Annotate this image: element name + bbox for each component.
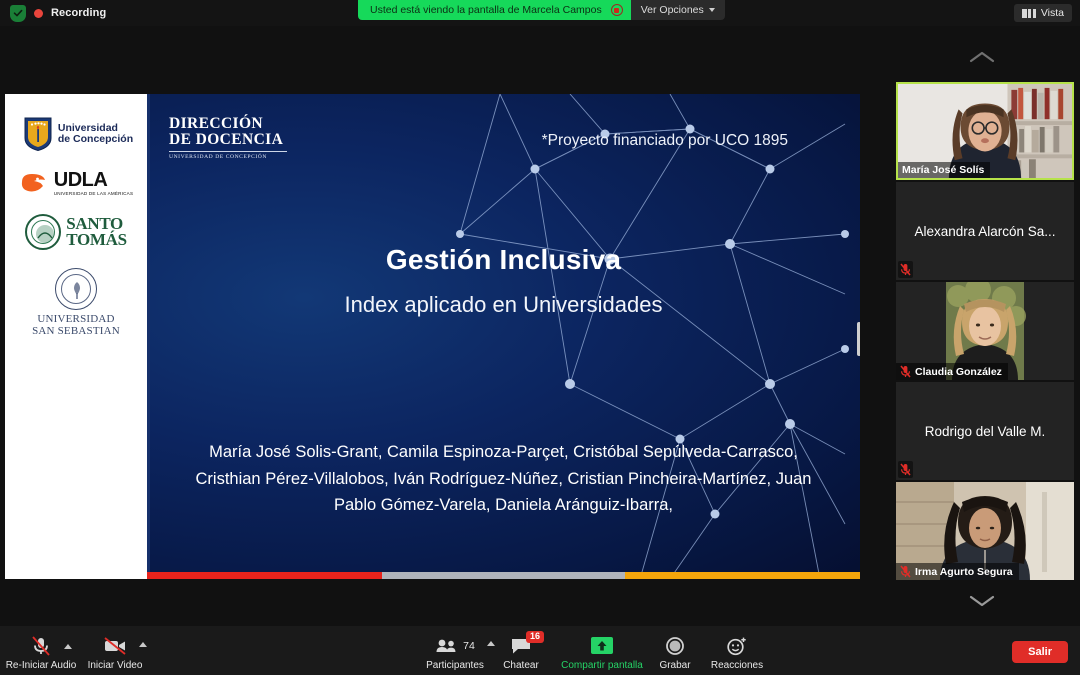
udla-logo-sub: UNIVERSIDAD DE LAS AMÉRICAS [53,191,134,196]
participant-tile-alexandra-alarcon[interactable]: Alexandra Alarcón Sa... [896,182,1074,280]
slide-left-edge [147,94,150,579]
chat-button[interactable]: 16 Chatear [484,631,558,671]
recording-label: Recording [51,7,107,19]
santo-tomas-seal-icon [25,214,62,250]
accent-bar-gray [382,572,625,579]
chevron-down-icon[interactable] [884,584,1080,618]
participant-tile-maria-jose-solis[interactable]: María José Solís [896,82,1074,180]
participants-icon: 74 [435,635,495,657]
share-screen-button-label: Compartir pantalla [561,660,643,671]
reactions-smiley-icon [726,635,748,657]
logo-santo-tomas: SANTO TOMÁS [5,214,147,250]
audio-button-label: Re-Iniciar Audio [5,660,77,671]
udec-logo-line2: de Concepción [57,133,134,145]
santo-tomas-line2: TOMÁS [66,230,127,249]
leave-meeting-button[interactable]: Salir [1012,641,1068,663]
udla-logo-word: UDLA [53,169,108,191]
dd-logo-line1: DIRECCIÓN [169,115,264,132]
participant-name: Rodrigo del Valle M. [924,423,1046,439]
chat-unread-badge: 16 [525,631,544,643]
participants-button-label: Participantes [426,660,484,671]
slide-scroll-handle[interactable] [857,322,860,356]
dd-logo-sub: UNIVERSIDAD DE CONCEPCIÓN [169,153,267,160]
participant-name: Irma Agurto Segura [915,565,1013,578]
slide-accent-bar [147,572,860,579]
participants-button[interactable]: 74 Participantes [418,635,495,671]
recording-dot-icon [34,8,43,18]
logo-san-sebastian: UNIVERSIDAD SAN SEBASTIAN [5,268,147,338]
dd-logo-rule [169,150,287,152]
muted-mic-icon [30,635,72,657]
slide-content: DIRECCIÓN DE DOCENCIA UNIVERSIDAD DE CON… [147,94,860,579]
chevron-up-icon[interactable] [64,644,72,649]
chat-button-label: Chatear [503,660,539,671]
dd-logo-line2: DE DOCENCIA [169,131,284,149]
san-sebastian-line1: UNIVERSIDAD [37,313,115,325]
zoom-meeting-window: Recording Usted está viendo la pantalla … [0,0,1080,675]
chevron-up-icon[interactable] [884,40,1080,74]
video-button-label: Iniciar Video [87,660,143,671]
participant-name: Claudia González [915,365,1002,378]
direccion-docencia-logo: DIRECCIÓN DE DOCENCIA UNIVERSIDAD DE CON… [169,115,287,160]
share-screen-button[interactable]: Compartir pantalla [560,635,644,671]
muted-mic-icon [900,365,911,378]
participants-filmstrip: María José Solís Alexandra Alarcón Sa... [884,26,1080,626]
chevron-down-icon [708,8,715,12]
share-screen-icon [589,635,615,657]
presentation-slide: Universidad de Concepción UDLA UNIVERSID… [5,94,860,579]
reactions-button[interactable]: Reacciones [700,635,774,671]
meeting-toolbar: Re-Iniciar Audio Iniciar Video 74 Partic… [0,626,1080,675]
chevron-up-icon[interactable] [139,642,147,647]
view-button[interactable]: Vista [1013,4,1072,22]
layout-grid-icon [1021,8,1036,18]
participant-name: María José Solís [902,164,985,176]
slide-subtitle: Index aplicado en Universidades [344,292,663,317]
slide-title: Gestión Inclusiva [385,244,622,275]
funding-note: *Proyecto financiado por UCO 1895 [541,132,788,149]
view-options-button[interactable]: Ver Opciones [630,0,725,20]
accent-bar-red [147,572,383,579]
udec-crest-icon [23,116,53,152]
record-button-label: Grabar [659,660,691,671]
top-bar: Recording Usted está viendo la pantalla … [0,0,1080,26]
participant-tile-rodrigo-del-valle[interactable]: Rodrigo del Valle M. [896,382,1074,480]
logo-udla: UDLA UNIVERSIDAD DE LAS AMÉRICAS [5,170,147,196]
participant-name-badge: Claudia González [896,363,1008,380]
logo-universidad-de-concepcion: Universidad de Concepción [5,116,147,152]
share-status-pill: Usted está viendo la pantalla de Marcela… [358,0,631,20]
participant-tiles: María José Solís Alexandra Alarcón Sa... [896,82,1074,582]
participant-name: Alexandra Alarcón Sa... [914,223,1056,239]
chat-bubble-icon: 16 [510,631,544,657]
accent-bar-amber [624,572,860,579]
participant-tile-irma-agurto[interactable]: Irma Agurto Segura [896,482,1074,580]
participant-name-badge: Irma Agurto Segura [896,563,1019,580]
video-button[interactable]: Iniciar Video [78,635,152,671]
share-status-text: Usted está viendo la pantalla de Marcela… [370,4,602,16]
participant-name-badge: María José Solís [898,162,991,178]
participant-tile-claudia-gonzalez[interactable]: Claudia González [896,282,1074,380]
slide-authors: María José Solis-Grant, Camila Espinoza-… [195,443,812,515]
udla-mark-icon [19,171,49,195]
audio-button[interactable]: Re-Iniciar Audio [4,635,78,671]
muted-mic-icon [900,565,911,578]
recording-indicator[interactable]: Recording [0,4,107,22]
san-sebastian-line2: SAN SEBASTIAN [32,325,120,338]
record-circle-icon [665,635,685,657]
screen-share-banner: Usted está viendo la pantalla de Marcela… [358,0,725,20]
muted-mic-icon [898,461,913,478]
participants-count: 74 [463,640,475,652]
reactions-button-label: Reacciones [710,660,764,671]
shared-screen-area[interactable]: Universidad de Concepción UDLA UNIVERSID… [0,26,884,626]
view-button-label: Vista [1040,7,1064,19]
university-logo-rail: Universidad de Concepción UDLA UNIVERSID… [5,94,147,579]
security-shield-icon[interactable] [10,4,26,22]
stop-share-icon[interactable] [610,4,623,16]
view-options-label: Ver Opciones [640,4,704,16]
muted-mic-icon [898,261,913,278]
san-sebastian-seal-icon [55,268,97,310]
camera-off-icon [103,635,147,657]
